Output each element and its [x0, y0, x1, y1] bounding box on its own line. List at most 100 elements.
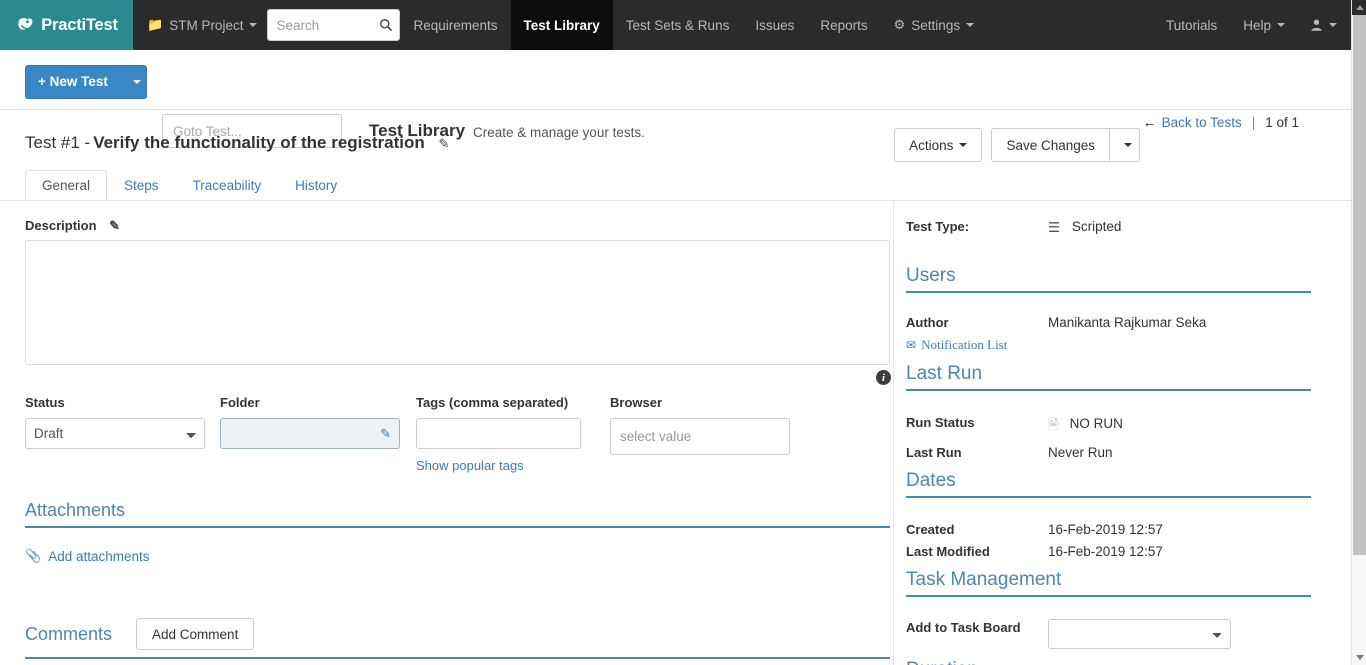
page-toolbar: + New Test Test Library Create & manage …	[0, 50, 1351, 148]
nav-right-group: Tutorials Help	[1153, 0, 1351, 50]
test-type-value: Scripted	[1071, 219, 1122, 234]
brand-logo[interactable]: PractiTest	[0, 0, 133, 50]
nav-label: Settings	[911, 17, 961, 33]
edit-description-pencil-icon[interactable]: ✎	[109, 218, 120, 234]
dates-section-title: Dates	[906, 470, 1311, 498]
scroll-up-button[interactable]	[1352, 0, 1366, 15]
nav-item-test-library[interactable]: Test Library	[510, 0, 613, 50]
nav-item-issues[interactable]: Issues	[742, 0, 807, 50]
tags-input[interactable]	[416, 418, 581, 449]
add-attachments-link[interactable]: 📎 Add attachments	[25, 548, 150, 564]
tab-history[interactable]: History	[278, 170, 354, 201]
created-row: Created 16-Feb-2019 12:57	[906, 522, 1309, 537]
top-navigation-bar: PractiTest 📁 STM Project Requirements	[0, 0, 1351, 50]
notification-list-link[interactable]: ✉ Notification List	[906, 337, 1007, 353]
nav-item-reports[interactable]: Reports	[807, 0, 880, 50]
comments-section: Comments Add Comment	[25, 618, 890, 659]
duration-section-title-partial: Duration	[906, 659, 1311, 665]
tab-general[interactable]: General	[25, 170, 108, 201]
new-test-button[interactable]: + New Test	[25, 65, 123, 99]
app-root: PractiTest 📁 STM Project Requirements	[0, 0, 1366, 665]
actions-button[interactable]: Actions	[894, 128, 983, 162]
run-status-row: Run Status 🖹 NO RUN	[906, 415, 1309, 438]
add-to-task-board-label: Add to Task Board	[906, 620, 1021, 635]
run-status-label: Run Status	[906, 415, 975, 430]
user-menu[interactable]	[1298, 0, 1351, 50]
author-label: Author	[906, 315, 949, 330]
test-type-value-group: ☰ Scripted	[1048, 219, 1121, 236]
comments-divider	[25, 657, 890, 659]
project-selector[interactable]: 📁 STM Project	[133, 0, 267, 50]
last-run-value: Never Run	[1048, 445, 1113, 460]
status-select[interactable]: Draft	[25, 418, 205, 449]
search-box	[267, 9, 401, 41]
nav-label: Issues	[755, 17, 795, 33]
task-management-section-title: Task Management	[906, 569, 1311, 597]
nav-label: Requirements	[413, 17, 498, 33]
attachments-title: Attachments	[25, 500, 890, 528]
header-actions: Actions Save Changes	[894, 128, 1140, 162]
test-name: Verify the functionality of the registra…	[93, 133, 425, 152]
browser-select[interactable]: select value	[610, 418, 790, 455]
comments-header-row: Comments Add Comment	[25, 618, 890, 650]
scroll-down-button[interactable]	[1352, 650, 1366, 665]
list-icon: ☰	[1048, 220, 1061, 235]
vertical-scrollbar[interactable]	[1351, 0, 1366, 665]
tags-label: Tags (comma separated)	[416, 395, 569, 410]
status-field-group: Status Draft	[25, 395, 205, 449]
folder-picker[interactable]: ✎	[220, 418, 400, 449]
chevron-down-icon	[1123, 143, 1132, 147]
chevron-down-icon	[1329, 23, 1337, 27]
show-popular-tags-link[interactable]: Show popular tags	[416, 458, 581, 473]
chevron-down-icon	[133, 80, 141, 84]
nav-label: Tutorials	[1165, 17, 1218, 33]
search-button[interactable]	[376, 15, 396, 35]
tab-steps[interactable]: Steps	[107, 170, 176, 201]
tab-bar-divider	[0, 200, 1351, 201]
folder-field-group: Folder ✎	[220, 395, 400, 449]
tags-field-group: Tags (comma separated) Show popular tags	[416, 395, 581, 473]
edit-title-pencil-icon[interactable]: ✎	[438, 136, 449, 152]
field-row: Status Draft Folder ✎ Tags (comma separa…	[25, 395, 885, 475]
nav-item-help[interactable]: Help	[1230, 0, 1298, 50]
run-status-value-group: 🖹 NO RUN	[1048, 415, 1123, 438]
triangle-down-icon	[1355, 655, 1364, 660]
info-icon[interactable]: i	[876, 370, 891, 385]
document-icon: 🖹	[1048, 417, 1059, 432]
brand-name: PractiTest	[41, 15, 118, 34]
actions-label: Actions	[909, 137, 954, 153]
test-type-row: Test Type: ☰ Scripted	[906, 219, 1309, 236]
tab-traceability[interactable]: Traceability	[176, 170, 279, 201]
general-tab-content: Description ✎ i Status Draft Folder ✎ Ta…	[0, 205, 893, 665]
triangle-up-icon	[1355, 5, 1364, 10]
description-label-group: Description ✎	[25, 218, 120, 234]
nav-item-test-sets-and-runs[interactable]: Test Sets & Runs	[613, 0, 743, 50]
comments-title: Comments	[25, 623, 113, 644]
browser-label: Browser	[610, 395, 663, 410]
last-modified-value: 16-Feb-2019 12:57	[1048, 544, 1163, 559]
last-modified-row: Last Modified 16-Feb-2019 12:57	[906, 544, 1309, 559]
attachments-section: Attachments 📎 Add attachments	[25, 500, 890, 564]
mail-icon: ✉	[906, 337, 917, 352]
author-value: Manikanta Rajkumar Seka	[1048, 315, 1207, 330]
description-textarea[interactable]	[25, 240, 890, 365]
tab-bar: General Steps Traceability History	[25, 170, 1351, 201]
save-changes-dropdown-button[interactable]	[1109, 128, 1140, 162]
add-to-task-board-select[interactable]	[1048, 619, 1231, 649]
paperclip-icon: 📎	[25, 548, 42, 563]
save-changes-button[interactable]: Save Changes	[991, 128, 1109, 162]
nav-label: Test Library	[523, 17, 600, 33]
nav-item-requirements[interactable]: Requirements	[400, 0, 510, 50]
last-run-label: Last Run	[906, 445, 962, 460]
last-run-row: Last Run Never Run	[906, 445, 1309, 460]
status-label: Status	[25, 395, 65, 410]
new-test-dropdown-button[interactable]	[122, 65, 147, 99]
nav-item-tutorials[interactable]: Tutorials	[1153, 0, 1230, 50]
nav-item-settings[interactable]: ⚙ Settings	[881, 0, 987, 50]
practitest-bird-logo-icon	[18, 17, 33, 30]
created-value: 16-Feb-2019 12:57	[1048, 522, 1163, 537]
add-comment-button[interactable]: Add Comment	[136, 618, 255, 650]
gear-icon: ⚙	[893, 17, 906, 32]
scrollbar-thumb[interactable]	[1353, 15, 1366, 555]
edit-folder-pencil-icon[interactable]: ✎	[380, 426, 391, 442]
